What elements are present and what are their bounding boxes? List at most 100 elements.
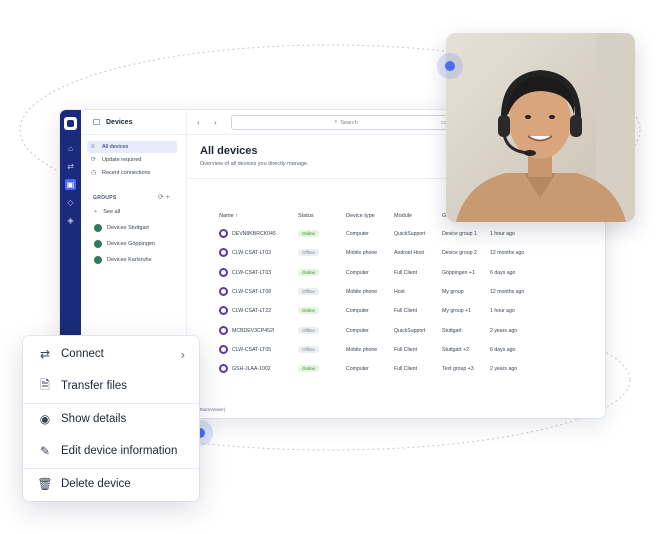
device-group: Stuttgart bbox=[442, 327, 462, 334]
device-icon bbox=[219, 286, 228, 296]
status-badge: Offline bbox=[298, 326, 319, 334]
table-row[interactable]: GSH-JLAA-1002 Computer Full Client Test gro… bbox=[187, 360, 605, 379]
device-group: Stuttgart +2 bbox=[442, 346, 469, 353]
status-badge: Offline bbox=[298, 345, 319, 353]
back-icon[interactable]: ‹ bbox=[197, 118, 200, 127]
group-item-stuttgart[interactable]: Devices Stuttgart bbox=[94, 224, 149, 232]
menu-item-edit-device-information[interactable]: ✎ Edit device information bbox=[23, 435, 199, 467]
column-header-name[interactable]: Name ↑ bbox=[219, 213, 238, 219]
file-transfer-icon: 🗎 bbox=[40, 377, 50, 392]
device-icon bbox=[219, 344, 228, 354]
status-badge: Online bbox=[298, 307, 320, 315]
see-all-link[interactable]: + See all bbox=[94, 209, 120, 215]
device-name: CLW-CSAT-LT03 bbox=[232, 269, 272, 276]
eye-icon: ◉ bbox=[39, 412, 51, 426]
device-name: DEVN8KBRCK045 bbox=[232, 231, 276, 237]
device-group: Test group +3 bbox=[442, 366, 474, 373]
device-icon bbox=[219, 364, 228, 374]
device-type: Computer bbox=[346, 366, 369, 373]
menu-item-connect[interactable]: ⇄ Connect › bbox=[23, 338, 199, 370]
video-call-feed bbox=[446, 33, 635, 222]
device-name: MCBDEV3CP452I bbox=[232, 327, 275, 334]
table-row[interactable]: MCBDEV3CP452I Computer QuickSupport Stuttga… bbox=[187, 322, 605, 341]
last-seen: 1 hour ago bbox=[490, 308, 515, 315]
table-row[interactable]: CLW-CSAT-LT03 Computer Full Client Göppinge… bbox=[187, 264, 605, 283]
last-seen: 2 years ago bbox=[490, 366, 518, 373]
sidebar-item-recent-connections[interactable]: ◷ Recent connections bbox=[87, 167, 177, 179]
last-seen: 12 months ago bbox=[490, 250, 525, 257]
status-badge: Online bbox=[298, 230, 320, 237]
status-badge: Online bbox=[298, 268, 320, 276]
device-type: Computer bbox=[346, 308, 369, 315]
device-icon bbox=[219, 267, 228, 277]
search-icon: ⌕ bbox=[334, 119, 338, 125]
diamond-icon[interactable]: ◇ bbox=[65, 197, 76, 208]
device-type: Computer bbox=[346, 269, 369, 276]
group-icon bbox=[94, 224, 102, 232]
column-header-device-type[interactable]: Device type bbox=[346, 213, 375, 219]
person-with-headset-image bbox=[446, 33, 635, 222]
device-group: My group bbox=[442, 288, 464, 295]
page-subtitle: Overview of all devices you directly man… bbox=[200, 161, 309, 167]
device-module: Android Host bbox=[394, 250, 424, 257]
last-seen: 12 months ago bbox=[490, 288, 525, 295]
forward-icon[interactable]: › bbox=[214, 118, 217, 127]
device-module: QuickSupport bbox=[394, 327, 426, 334]
clock-icon: ◷ bbox=[91, 170, 97, 176]
chevron-right-icon: › bbox=[180, 346, 185, 362]
device-module: Full Client bbox=[394, 269, 418, 276]
device-icon bbox=[219, 325, 228, 335]
groups-actions[interactable]: ⟳ + bbox=[158, 193, 170, 201]
device-module: Full Client bbox=[394, 308, 418, 315]
device-group: My group +1 bbox=[442, 308, 471, 315]
table-row[interactable]: CLW-CSAT-LT22 Computer Full Client My group… bbox=[187, 302, 605, 321]
arrows-swap-icon: ⇄ bbox=[39, 347, 51, 361]
table-row[interactable]: CLW-CSAT-LT08 Mobile phone Host My group 12 … bbox=[187, 283, 605, 302]
device-module: Full Client bbox=[394, 346, 418, 353]
shield-icon[interactable]: ◈ bbox=[65, 215, 76, 226]
device-module: Host bbox=[394, 288, 405, 295]
device-icon bbox=[219, 248, 228, 258]
pencil-icon: ✎ bbox=[39, 444, 51, 458]
menu-item-transfer-files[interactable]: 🗎 Transfer files bbox=[23, 370, 199, 402]
last-seen: 6 days ago bbox=[490, 346, 516, 353]
group-icon bbox=[94, 240, 102, 248]
trash-icon: 🗑 bbox=[37, 477, 53, 491]
menu-item-delete-device[interactable]: 🗑 Delete device bbox=[23, 468, 199, 500]
devices-icon[interactable]: ▣ bbox=[65, 179, 76, 190]
group-item-karlsruhe[interactable]: Devices Karlsruhe bbox=[94, 256, 152, 264]
table-row[interactable]: CLW-CSAT-LT02 Mobile phone Android Host Dev… bbox=[187, 244, 605, 263]
home-icon[interactable]: ⌂ bbox=[65, 143, 76, 154]
device-name: GSH-JLAA-1002 bbox=[232, 366, 271, 373]
status-badge: Offline bbox=[298, 249, 319, 257]
table-row[interactable]: CLW-CSAT-LT05 Mobile phone Full Client Stut… bbox=[187, 341, 605, 360]
list-icon: ≡ bbox=[91, 144, 95, 150]
last-seen: 2 years ago bbox=[490, 327, 518, 334]
group-item-goeppingen[interactable]: Devices Göppingen bbox=[94, 240, 155, 248]
sidebar-item-all-devices[interactable]: ≡ All devices bbox=[87, 141, 177, 153]
device-type: Mobile phone bbox=[346, 346, 378, 353]
device-icon bbox=[219, 229, 228, 238]
plus-icon: + bbox=[94, 209, 98, 215]
app-title: Devices bbox=[106, 118, 133, 126]
update-icon: ⟳ bbox=[91, 157, 97, 163]
teamviewer-logo-icon bbox=[64, 117, 77, 130]
device-group: Göppingen +1 bbox=[442, 269, 475, 276]
sidebar-item-update-required[interactable]: ⟳ Update required bbox=[87, 154, 177, 166]
search-input[interactable]: ⌕ Search Ctrl + K bbox=[231, 115, 461, 130]
device-name: CLW-CSAT-LT22 bbox=[232, 308, 272, 315]
swap-icon[interactable]: ⇄ bbox=[65, 161, 76, 172]
column-header-module[interactable]: Module bbox=[394, 213, 412, 219]
table-row[interactable]: DEVN8KBRCK045 Computer QuickSupport Device … bbox=[187, 225, 605, 244]
menu-item-show-details[interactable]: ◉ Show details bbox=[23, 403, 199, 435]
device-type: Computer bbox=[346, 231, 369, 237]
device-module: QuickSupport bbox=[394, 231, 426, 237]
device-group: Device group 2 bbox=[442, 250, 477, 257]
page-title: All devices bbox=[200, 145, 258, 157]
device-type: Mobile phone bbox=[346, 288, 378, 295]
column-header-status[interactable]: Status bbox=[298, 213, 314, 219]
last-seen: 1 hour ago bbox=[490, 231, 515, 237]
status-badge: Offline bbox=[298, 287, 319, 295]
window-icon bbox=[93, 119, 100, 125]
device-name: CLW-CSAT-LT02 bbox=[232, 250, 272, 257]
